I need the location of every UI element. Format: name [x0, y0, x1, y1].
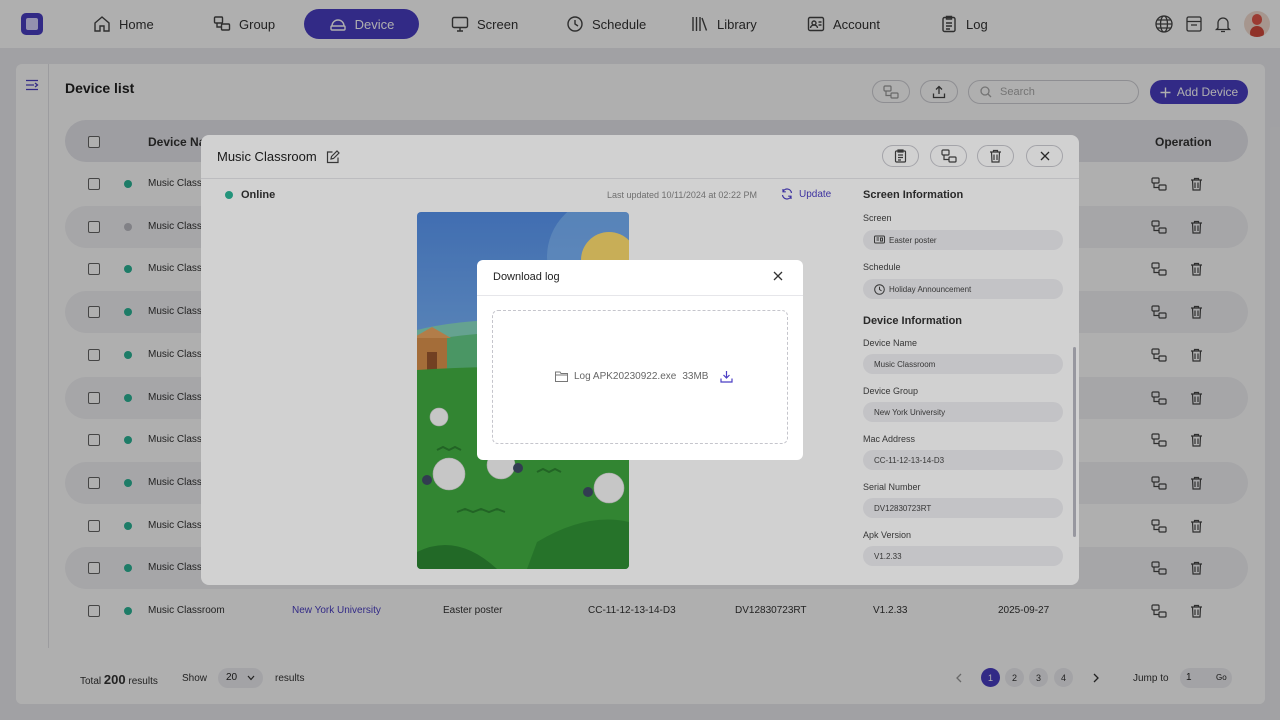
log-file-name: Log APK20230922.exe — [574, 371, 677, 382]
log-file-size: 33MB — [682, 371, 709, 382]
dialog-divider — [477, 295, 803, 296]
dialog-title: Download log — [493, 271, 560, 283]
log-file-item: Log APK20230922.exe 33MB — [555, 370, 734, 383]
folder-icon — [555, 371, 568, 382]
download-icon[interactable] — [720, 370, 734, 383]
log-file-area: Log APK20230922.exe 33MB — [492, 310, 788, 444]
download-log-dialog: Download log Log APK20230922.exe 33MB — [477, 260, 803, 460]
close-icon[interactable] — [773, 271, 783, 281]
